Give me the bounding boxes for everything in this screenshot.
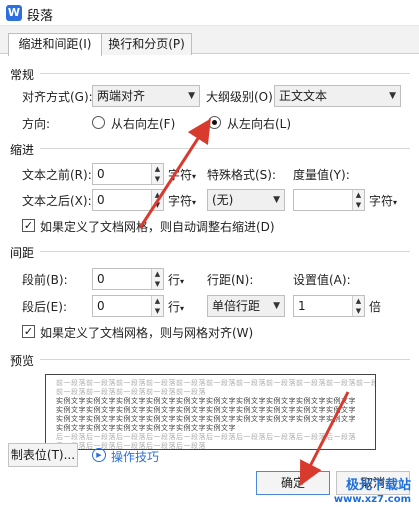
tab-stops-button[interactable]: 制表位(T)... <box>8 443 78 467</box>
operation-tips-link[interactable]: 操作技巧 <box>111 448 159 465</box>
general-heading: 常规 <box>10 68 35 82</box>
spacing-grid-checkbox[interactable]: ✓ <box>22 325 35 338</box>
indent-before-label: 文本之前(R): <box>22 168 92 182</box>
rtl-radio[interactable] <box>92 116 105 129</box>
tab-indent-spacing[interactable]: 缩进和间距(I) <box>8 33 102 56</box>
tab-line-page-break[interactable]: 换行和分页(P) <box>101 33 192 55</box>
direction-label: 方向: <box>22 117 51 131</box>
spacing-heading: 间距 <box>10 246 35 260</box>
indent-grid-checkbox[interactable]: ✓ <box>22 219 35 232</box>
spacing-grid-checkbox-label[interactable]: 如果定义了文档网格，则与网格对齐(W) <box>40 324 253 341</box>
indent-divider <box>40 148 410 149</box>
setting-value-unit: 倍 <box>369 300 382 314</box>
paragraph-preview: 前一段落前一段落前一段落前一段落前一段落前一段落前一段落前一段落前一段落前一段落… <box>45 374 376 450</box>
indent-heading: 缩进 <box>10 143 35 157</box>
spin-down-icon[interactable]: ▼ <box>152 200 163 210</box>
preview-prev-line: 前一段落前一段落前一段落前一段落前一段落 <box>56 388 206 396</box>
spacing-before-label: 段前(B): <box>22 273 68 287</box>
preview-divider <box>40 359 410 360</box>
title-bar <box>0 0 419 26</box>
preview-sample-line: 实例文字实例文字实例文字实例文字实例文字实例文字 <box>56 424 236 432</box>
ltr-label[interactable]: 从左向右(L) <box>227 115 291 132</box>
special-format-select[interactable]: (无) ▼ <box>207 189 285 211</box>
preview-sample-line: 实例文字实例文字实例文字实例文字实例文字实例文字实例文字实例文字实例文字实例文字 <box>56 415 356 423</box>
special-format-value: (无) <box>212 193 234 207</box>
dropdown-arrow-icon: ▼ <box>273 195 280 205</box>
spin-down-icon[interactable]: ▼ <box>353 306 364 316</box>
spacing-divider <box>40 251 410 252</box>
outline-level-label: 大纲级别(O): <box>206 90 277 104</box>
spacing-before-spinner[interactable]: 0 ▲ ▼ <box>92 268 164 290</box>
setting-value-value: 1 <box>298 299 306 313</box>
general-divider <box>40 73 410 74</box>
indent-before-value: 0 <box>97 167 105 181</box>
spin-up-icon[interactable]: ▲ <box>152 164 163 174</box>
indent-before-spinner[interactable]: 0 ▲ ▼ <box>92 163 164 185</box>
spin-up-icon[interactable]: ▲ <box>353 296 364 306</box>
spacing-after-unit[interactable]: 行▾ <box>168 298 184 315</box>
spacing-before-value: 0 <box>97 272 105 286</box>
line-spacing-value: 单倍行距 <box>212 299 261 313</box>
spacing-after-spinner[interactable]: 0 ▲ ▼ <box>92 295 164 317</box>
measure-spinner[interactable]: ▲ ▼ <box>293 189 365 211</box>
line-spacing-label: 行距(N): <box>207 273 254 287</box>
wps-writer-icon: W <box>6 5 22 21</box>
indent-after-spinner[interactable]: 0 ▲ ▼ <box>92 189 164 211</box>
dropdown-arrow-icon: ▼ <box>188 91 195 101</box>
indent-grid-checkbox-label[interactable]: 如果定义了文档网格，则自动调整右缩进(D) <box>40 218 275 235</box>
spacing-before-unit[interactable]: 行▾ <box>168 271 184 288</box>
spin-up-icon[interactable]: ▲ <box>353 190 364 200</box>
preview-prev-line: 前一段落前一段落前一段落前一段落前一段落前一段落前一段落前一段落前一段落前一段落… <box>56 379 376 387</box>
ltr-radio[interactable] <box>208 116 221 129</box>
spin-down-icon[interactable]: ▼ <box>152 279 163 289</box>
preview-heading: 预览 <box>10 354 35 368</box>
dropdown-arrow-icon: ▼ <box>273 301 280 311</box>
spin-down-icon[interactable]: ▼ <box>152 174 163 184</box>
spacing-after-value: 0 <box>97 299 105 313</box>
spin-up-icon[interactable]: ▲ <box>152 296 163 306</box>
dropdown-arrow-icon: ▼ <box>389 91 396 101</box>
indent-after-label: 文本之后(X): <box>22 194 92 208</box>
spin-down-icon[interactable]: ▼ <box>152 306 163 316</box>
outline-level-select[interactable]: 正文文本 ▼ <box>274 85 401 107</box>
measure-label: 度量值(Y): <box>293 168 350 182</box>
alignment-select[interactable]: 两端对齐 ▼ <box>92 85 200 107</box>
special-format-label: 特殊格式(S): <box>207 168 277 182</box>
alignment-value: 两端对齐 <box>97 89 146 103</box>
outline-level-value: 正文文本 <box>279 89 328 103</box>
preview-sample-line: 实例文字实例文字实例文字实例文字实例文字实例文字实例文字实例文字实例文字实例文字 <box>56 406 356 414</box>
spin-up-icon[interactable]: ▲ <box>152 269 163 279</box>
watermark-url: www.xz7.com <box>333 494 411 505</box>
play-circle-icon[interactable]: ▶ <box>92 448 106 462</box>
rtl-label[interactable]: 从右向左(F) <box>111 115 175 132</box>
indent-before-unit[interactable]: 字符▾ <box>168 166 196 183</box>
spin-up-icon[interactable]: ▲ <box>152 190 163 200</box>
setting-value-label: 设置值(A): <box>293 273 351 287</box>
measure-unit[interactable]: 字符▾ <box>369 192 397 209</box>
indent-after-unit[interactable]: 字符▾ <box>168 192 196 209</box>
alignment-label: 对齐方式(G): <box>22 90 93 104</box>
spin-down-icon[interactable]: ▼ <box>353 200 364 210</box>
preview-next-line: 后一段落后一段落后一段落后一段落后一段落后一段落后一段落后一段落后一段落后一段落 <box>56 433 356 441</box>
window-title: 段落 <box>27 9 54 24</box>
line-spacing-select[interactable]: 单倍行距 ▼ <box>207 295 285 317</box>
setting-value-spinner[interactable]: 1 ▲ ▼ <box>293 295 365 317</box>
indent-after-value: 0 <box>97 193 105 207</box>
preview-sample-line: 实例文字实例文字实例文字实例文字实例文字实例文字实例文字实例文字实例文字实例文字 <box>56 397 356 405</box>
watermark-logo-text: 极光下载站 <box>345 478 411 493</box>
spacing-after-label: 段后(E): <box>22 300 67 314</box>
ok-button[interactable]: 确定 <box>256 471 330 495</box>
